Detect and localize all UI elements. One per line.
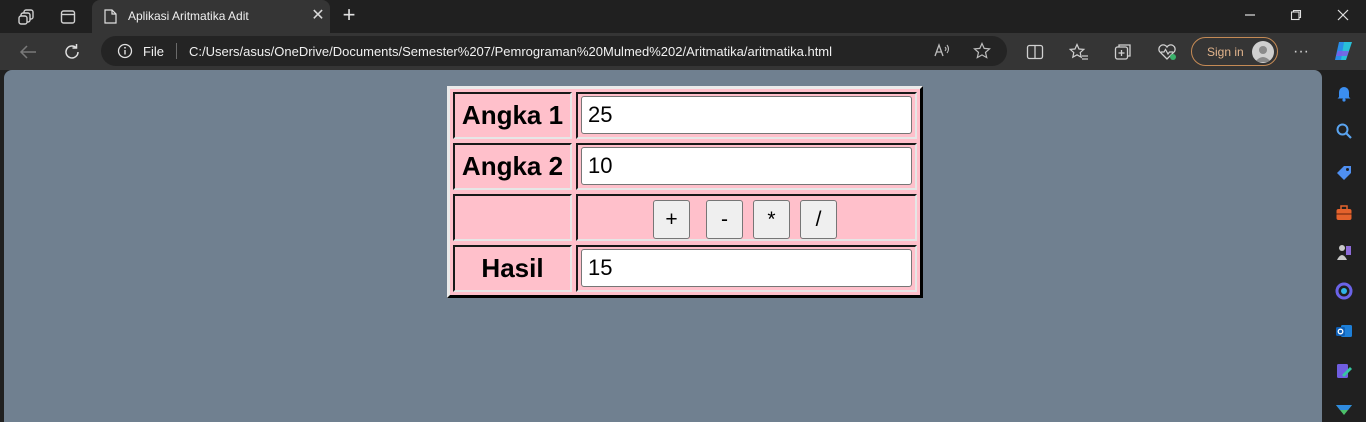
angka-2-input[interactable]: 10 [581, 147, 912, 185]
drop-icon[interactable] [1334, 400, 1354, 420]
edge-sidebar [1322, 70, 1366, 422]
bell-icon[interactable] [1334, 83, 1354, 103]
browser-essentials-icon[interactable] [1157, 42, 1177, 62]
new-tab-button[interactable]: + [338, 4, 360, 27]
subtract-button[interactable]: - [706, 200, 743, 239]
label-angka-2: Angka 2 [453, 143, 572, 190]
browser-toolbar: File C:/Users/asus/OneDrive/Documents/Se… [0, 33, 1366, 70]
address-divider [176, 43, 177, 59]
info-icon[interactable] [117, 43, 133, 59]
favorites-icon[interactable] [1069, 42, 1089, 62]
address-bar[interactable]: File C:/Users/asus/OneDrive/Documents/Se… [101, 36, 1007, 66]
editor-icon[interactable] [1334, 361, 1354, 381]
hasil-output: 15 [581, 249, 912, 287]
split-screen-icon[interactable] [1025, 42, 1045, 62]
url-text[interactable]: C:/Users/asus/OneDrive/Documents/Semeste… [189, 44, 832, 59]
angka-1-input[interactable]: 25 [581, 96, 912, 134]
tab-actions-icon[interactable] [57, 6, 79, 28]
close-tab-icon[interactable]: ✕ [310, 7, 326, 25]
tab-active[interactable]: Aplikasi Aritmatika Adit ✕ [92, 0, 330, 33]
shopping-tag-icon[interactable] [1334, 163, 1354, 183]
workspaces-icon[interactable] [16, 6, 38, 28]
angka-2-cell: 10 [576, 143, 917, 190]
read-aloud-icon[interactable] [933, 42, 951, 60]
label-angka-1: Angka 1 [453, 92, 572, 139]
back-icon[interactable] [16, 40, 40, 64]
close-window-icon[interactable] [1333, 6, 1353, 26]
restore-icon[interactable] [1286, 6, 1306, 26]
sign-in-label: Sign in [1207, 45, 1244, 59]
collections-icon[interactable] [1113, 42, 1133, 62]
empty-cell [453, 194, 572, 241]
hasil-cell: 15 [576, 245, 917, 292]
minimize-icon[interactable] [1240, 6, 1260, 26]
sign-in-button[interactable]: Sign in [1191, 37, 1278, 66]
arithmetic-table: Angka 1 25 Angka 2 10 + - * / Hasil 15 [447, 86, 923, 298]
copilot-icon[interactable] [1332, 39, 1356, 63]
games-icon[interactable] [1334, 242, 1354, 262]
tab-strip: Aplikasi Aritmatika Adit ✕ + [0, 0, 1366, 33]
tab-title: Aplikasi Aritmatika Adit [128, 9, 249, 23]
copilot-sidebar-icon[interactable] [1334, 281, 1354, 301]
divide-button[interactable]: / [800, 200, 837, 239]
document-icon [104, 9, 118, 24]
label-hasil: Hasil [453, 245, 572, 292]
favorite-star-icon[interactable] [973, 42, 991, 60]
page-viewport: Angka 1 25 Angka 2 10 + - * / Hasil 15 [4, 70, 1322, 422]
operator-cell: + - * / [576, 194, 917, 241]
add-button[interactable]: + [653, 200, 690, 239]
multiply-button[interactable]: * [753, 200, 790, 239]
scheme-label: File [143, 44, 164, 59]
outlook-icon[interactable] [1334, 321, 1354, 341]
avatar-icon [1252, 41, 1274, 63]
refresh-icon[interactable] [60, 40, 84, 64]
tools-briefcase-icon[interactable] [1334, 203, 1354, 223]
more-menu-icon[interactable]: ··· [1291, 42, 1311, 62]
search-icon[interactable] [1334, 121, 1354, 141]
angka-1-cell: 25 [576, 92, 917, 139]
